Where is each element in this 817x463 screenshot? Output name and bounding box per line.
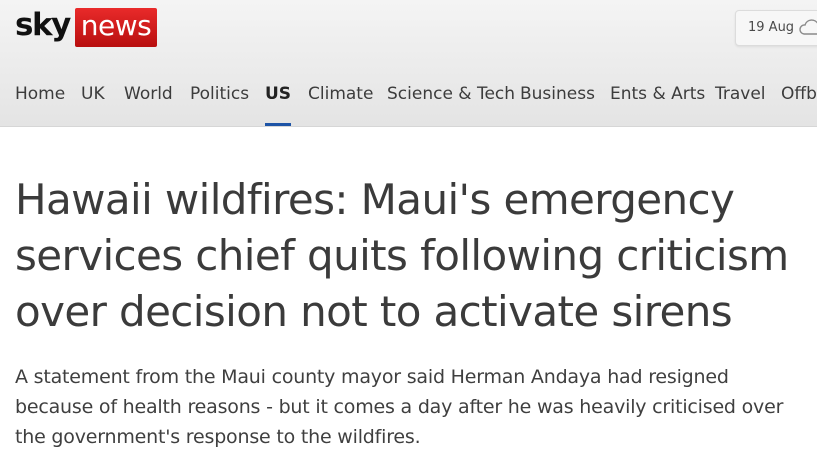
site-header: sky news 19 Aug Home UK World Politics U… xyxy=(0,0,817,127)
weather-widget[interactable]: 19 Aug xyxy=(735,10,817,46)
main-navigation: Home UK World Politics US Climate Scienc… xyxy=(0,84,817,126)
nav-item-ents-arts[interactable]: Ents & Arts xyxy=(610,84,705,126)
nav-item-science-tech[interactable]: Science & Tech xyxy=(387,84,515,126)
nav-item-travel[interactable]: Travel xyxy=(715,84,766,126)
logo-news-badge: news xyxy=(74,7,158,47)
nav-item-uk[interactable]: UK xyxy=(81,84,105,126)
nav-item-offbeat[interactable]: Offbeat xyxy=(781,84,817,126)
logo-sky-text: sky xyxy=(15,6,71,43)
nav-item-politics[interactable]: Politics xyxy=(190,84,249,126)
nav-item-business[interactable]: Business xyxy=(520,84,595,126)
cloud-icon xyxy=(798,17,817,41)
article-standfirst: A statement from the Maui county mayor s… xyxy=(15,366,784,448)
nav-item-climate[interactable]: Climate xyxy=(308,84,373,126)
nav-item-world[interactable]: World xyxy=(124,84,173,126)
sky-news-logo[interactable]: sky news xyxy=(15,6,158,47)
nav-item-home[interactable]: Home xyxy=(15,84,65,126)
nav-item-us[interactable]: US xyxy=(265,84,292,126)
weather-date: 19 Aug xyxy=(748,20,795,35)
article-headline: Hawaii wildfires: Maui's emergency servi… xyxy=(15,175,789,336)
